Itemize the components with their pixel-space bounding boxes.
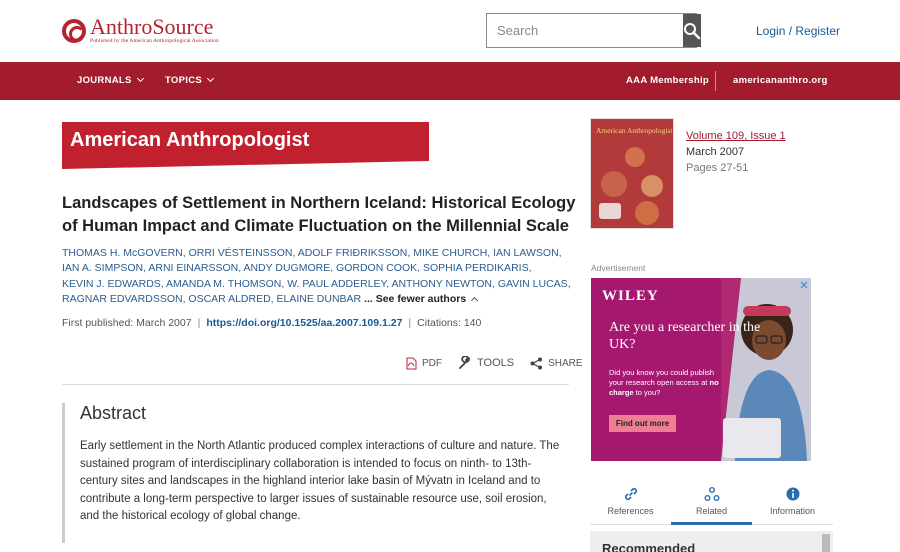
see-fewer-authors-link[interactable]: ... See fewer authors xyxy=(364,292,479,305)
advertisement-label: Advertisement xyxy=(591,263,646,273)
link-icon xyxy=(624,487,637,501)
abstract-text: Early settlement in the North Atlantic p… xyxy=(80,440,560,523)
doi-link[interactable]: https://doi.org/10.1525/aa.2007.109.1.27 xyxy=(206,317,402,329)
issue-pages: Pages 27-51 xyxy=(686,162,749,174)
nav-journals[interactable]: JOURNALS xyxy=(77,62,144,100)
ad-close-icon[interactable] xyxy=(800,281,808,289)
volume-issue-link[interactable]: Volume 109, Issue 1 xyxy=(686,130,786,142)
abstract-heading: Abstract xyxy=(80,403,147,423)
logo-name: AnthroSource xyxy=(90,14,214,39)
ad-body-pre: Did you know you could publish your rese… xyxy=(609,368,715,387)
journal-banner-title: American Anthropologist xyxy=(70,129,310,151)
tab-related-label: Related xyxy=(695,506,728,516)
cover-art xyxy=(625,147,645,167)
cover-art xyxy=(635,201,659,225)
find-out-more-button[interactable]: Find out more xyxy=(609,415,676,432)
tab-information-label: Information xyxy=(769,506,816,516)
main-nav: JOURNALS TOPICS AAA Membership americana… xyxy=(0,62,900,100)
author-line[interactable]: THOMAS H. McGOVERN, ORRI VÉSTEINSSON, AD… xyxy=(62,246,582,261)
recommended-panel: Recommended xyxy=(590,531,833,552)
author-list: THOMAS H. McGOVERN, ORRI VÉSTEINSSON, AD… xyxy=(62,246,582,307)
tools-label: TOOLS xyxy=(477,357,515,369)
wiley-logo: WILEY xyxy=(602,288,659,304)
cover-title: American Anthropologist xyxy=(596,126,673,135)
chevron-down-icon xyxy=(136,74,144,83)
tab-references-label: References xyxy=(607,506,654,516)
wiley-advertisement[interactable]: WILEY Are you a researcher in the UK? Di… xyxy=(591,278,811,461)
recommended-heading: Recommended xyxy=(602,541,696,552)
cover-art xyxy=(601,171,627,197)
share-label: SHARE xyxy=(548,357,583,369)
panel-scrollbar[interactable] xyxy=(822,534,830,552)
article-title: Landscapes of Settlement in Northern Ice… xyxy=(62,194,576,235)
anthrosource-logo[interactable]: AnthroSource Published by the American A… xyxy=(62,16,219,45)
publication-info: First published: March 2007 | https://doi.… xyxy=(62,317,482,329)
journal-banner[interactable]: American Anthropologist xyxy=(62,122,429,169)
issue-date: March 2007 xyxy=(686,146,745,158)
ad-headline: Are you a researcher in the UK? xyxy=(609,320,761,352)
pdf-icon xyxy=(406,357,417,369)
first-published-label: First published: xyxy=(62,317,134,329)
nav-aaa-membership[interactable]: AAA Membership xyxy=(626,62,709,100)
first-published-date: March 2007 xyxy=(136,317,192,329)
article-tools: PDF TOOLS SHARE xyxy=(405,356,583,370)
search-box xyxy=(486,13,701,48)
share-icon xyxy=(530,357,543,369)
author-line[interactable]: RAGNAR EDVARDSSON, OSCAR ALDRED, ELAINE … xyxy=(62,293,361,305)
pdf-button[interactable]: PDF xyxy=(405,357,442,370)
abstract-section: Abstract Early settlement in the North A… xyxy=(62,403,569,543)
nav-journals-label: JOURNALS xyxy=(77,75,132,86)
author-line[interactable]: KEVIN J. EDWARDS, AMANDA M. THOMSON, W. … xyxy=(62,277,582,292)
tools-button[interactable]: TOOLS xyxy=(458,356,514,370)
ad-body: Did you know you could publish your rese… xyxy=(609,368,727,398)
pdf-label: PDF xyxy=(422,357,442,369)
tab-information[interactable]: Information xyxy=(752,480,833,524)
wrench-icon xyxy=(459,356,470,369)
nav-topics[interactable]: TOPICS xyxy=(165,62,215,100)
chevron-up-icon xyxy=(471,296,479,304)
logo-subtitle: Published by the American Anthropologica… xyxy=(90,38,219,44)
search-button[interactable] xyxy=(683,14,701,47)
journal-cover-image[interactable]: American Anthropologist xyxy=(590,118,674,229)
search-input[interactable] xyxy=(487,14,683,47)
citations-count[interactable]: Citations: 140 xyxy=(417,317,481,329)
info-icon xyxy=(786,487,799,501)
nav-topics-label: TOPICS xyxy=(165,75,202,86)
site-header: AnthroSource Published by the American A… xyxy=(0,0,900,62)
side-tabs: References Related Information xyxy=(590,480,833,525)
logo-spiral-icon xyxy=(62,18,86,43)
ad-photo-illustration xyxy=(721,278,811,461)
nav-americananthro[interactable]: americananthro.org xyxy=(733,62,828,100)
cover-art xyxy=(599,203,621,219)
search-icon xyxy=(684,22,701,39)
issue-info: Volume 109, Issue 1 March 2007 Pages 27-… xyxy=(686,128,786,176)
login-register-link[interactable]: Login / Register xyxy=(756,24,840,38)
ad-body-post: to you? xyxy=(633,388,661,397)
cover-art xyxy=(641,175,663,197)
tab-references[interactable]: References xyxy=(590,480,671,524)
section-divider xyxy=(62,384,569,385)
author-line[interactable]: IAN A. SIMPSON, ARNI EINARSSON, ANDY DUG… xyxy=(62,261,582,276)
chevron-down-icon xyxy=(206,74,215,83)
tab-related[interactable]: Related xyxy=(671,480,752,525)
related-network-icon xyxy=(704,487,719,501)
see-fewer-label: ... See fewer authors xyxy=(364,292,467,305)
logo-text: AnthroSource Published by the American A… xyxy=(90,16,219,45)
share-button[interactable]: SHARE xyxy=(530,357,583,370)
nav-divider xyxy=(715,71,716,91)
